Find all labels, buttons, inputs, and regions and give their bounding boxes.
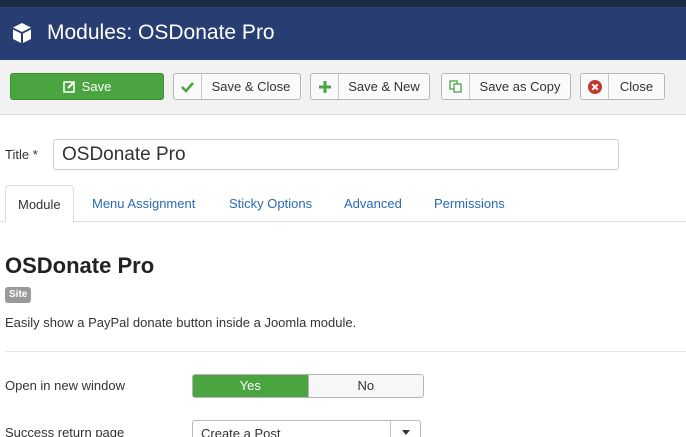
close-circle-icon: [581, 74, 609, 99]
save-close-label: Save & Close: [211, 79, 291, 94]
tab-bar: Module Menu Assignment Sticky Options Ad…: [0, 185, 686, 223]
close-button[interactable]: Close: [580, 73, 665, 100]
cube-icon: [13, 23, 31, 43]
save-close-button[interactable]: Save & Close: [173, 73, 301, 100]
module-description: Easily show a PayPal donate button insid…: [5, 315, 357, 330]
save-label: Save: [81, 79, 112, 94]
tab-module[interactable]: Module: [5, 185, 74, 223]
toolbar: Save Save & Close Save & New Save as Cop…: [0, 60, 686, 115]
chevron-down-icon: [390, 421, 420, 437]
save-copy-button[interactable]: Save as Copy: [441, 73, 571, 100]
page-title: Modules: OSDonate Pro: [47, 21, 275, 44]
open-new-window-toggle: Yes No: [192, 374, 424, 398]
save-new-label: Save & New: [348, 79, 420, 94]
title-input[interactable]: [53, 139, 619, 170]
yes-option[interactable]: Yes: [193, 375, 308, 397]
tab-advanced[interactable]: Advanced: [344, 185, 402, 222]
tab-sticky-options[interactable]: Sticky Options: [229, 185, 312, 222]
selected-value: Create a Post: [201, 426, 281, 437]
close-label: Close: [619, 79, 654, 94]
save-new-button[interactable]: Save & New: [310, 73, 430, 100]
top-strip: [0, 0, 686, 7]
title-field-label: Title *: [5, 147, 38, 162]
tab-menu-assignment[interactable]: Menu Assignment: [92, 185, 195, 222]
success-return-page-label: Success return page: [5, 425, 125, 437]
open-new-window-label: Open in new window: [5, 378, 125, 393]
plus-icon: [311, 74, 339, 99]
edit-icon: [62, 74, 76, 99]
no-option[interactable]: No: [307, 375, 423, 397]
site-badge: Site: [5, 287, 32, 303]
module-name-heading: OSDonate Pro: [5, 253, 155, 278]
check-icon: [174, 74, 202, 99]
save-button[interactable]: Save: [10, 73, 164, 100]
divider: [5, 351, 686, 352]
success-return-page-select[interactable]: Create a Post: [192, 420, 421, 437]
save-copy-label: Save as Copy: [479, 79, 561, 94]
copy-icon: [442, 74, 470, 99]
tab-permissions[interactable]: Permissions: [434, 185, 505, 222]
page-header: Modules: OSDonate Pro: [0, 7, 686, 60]
